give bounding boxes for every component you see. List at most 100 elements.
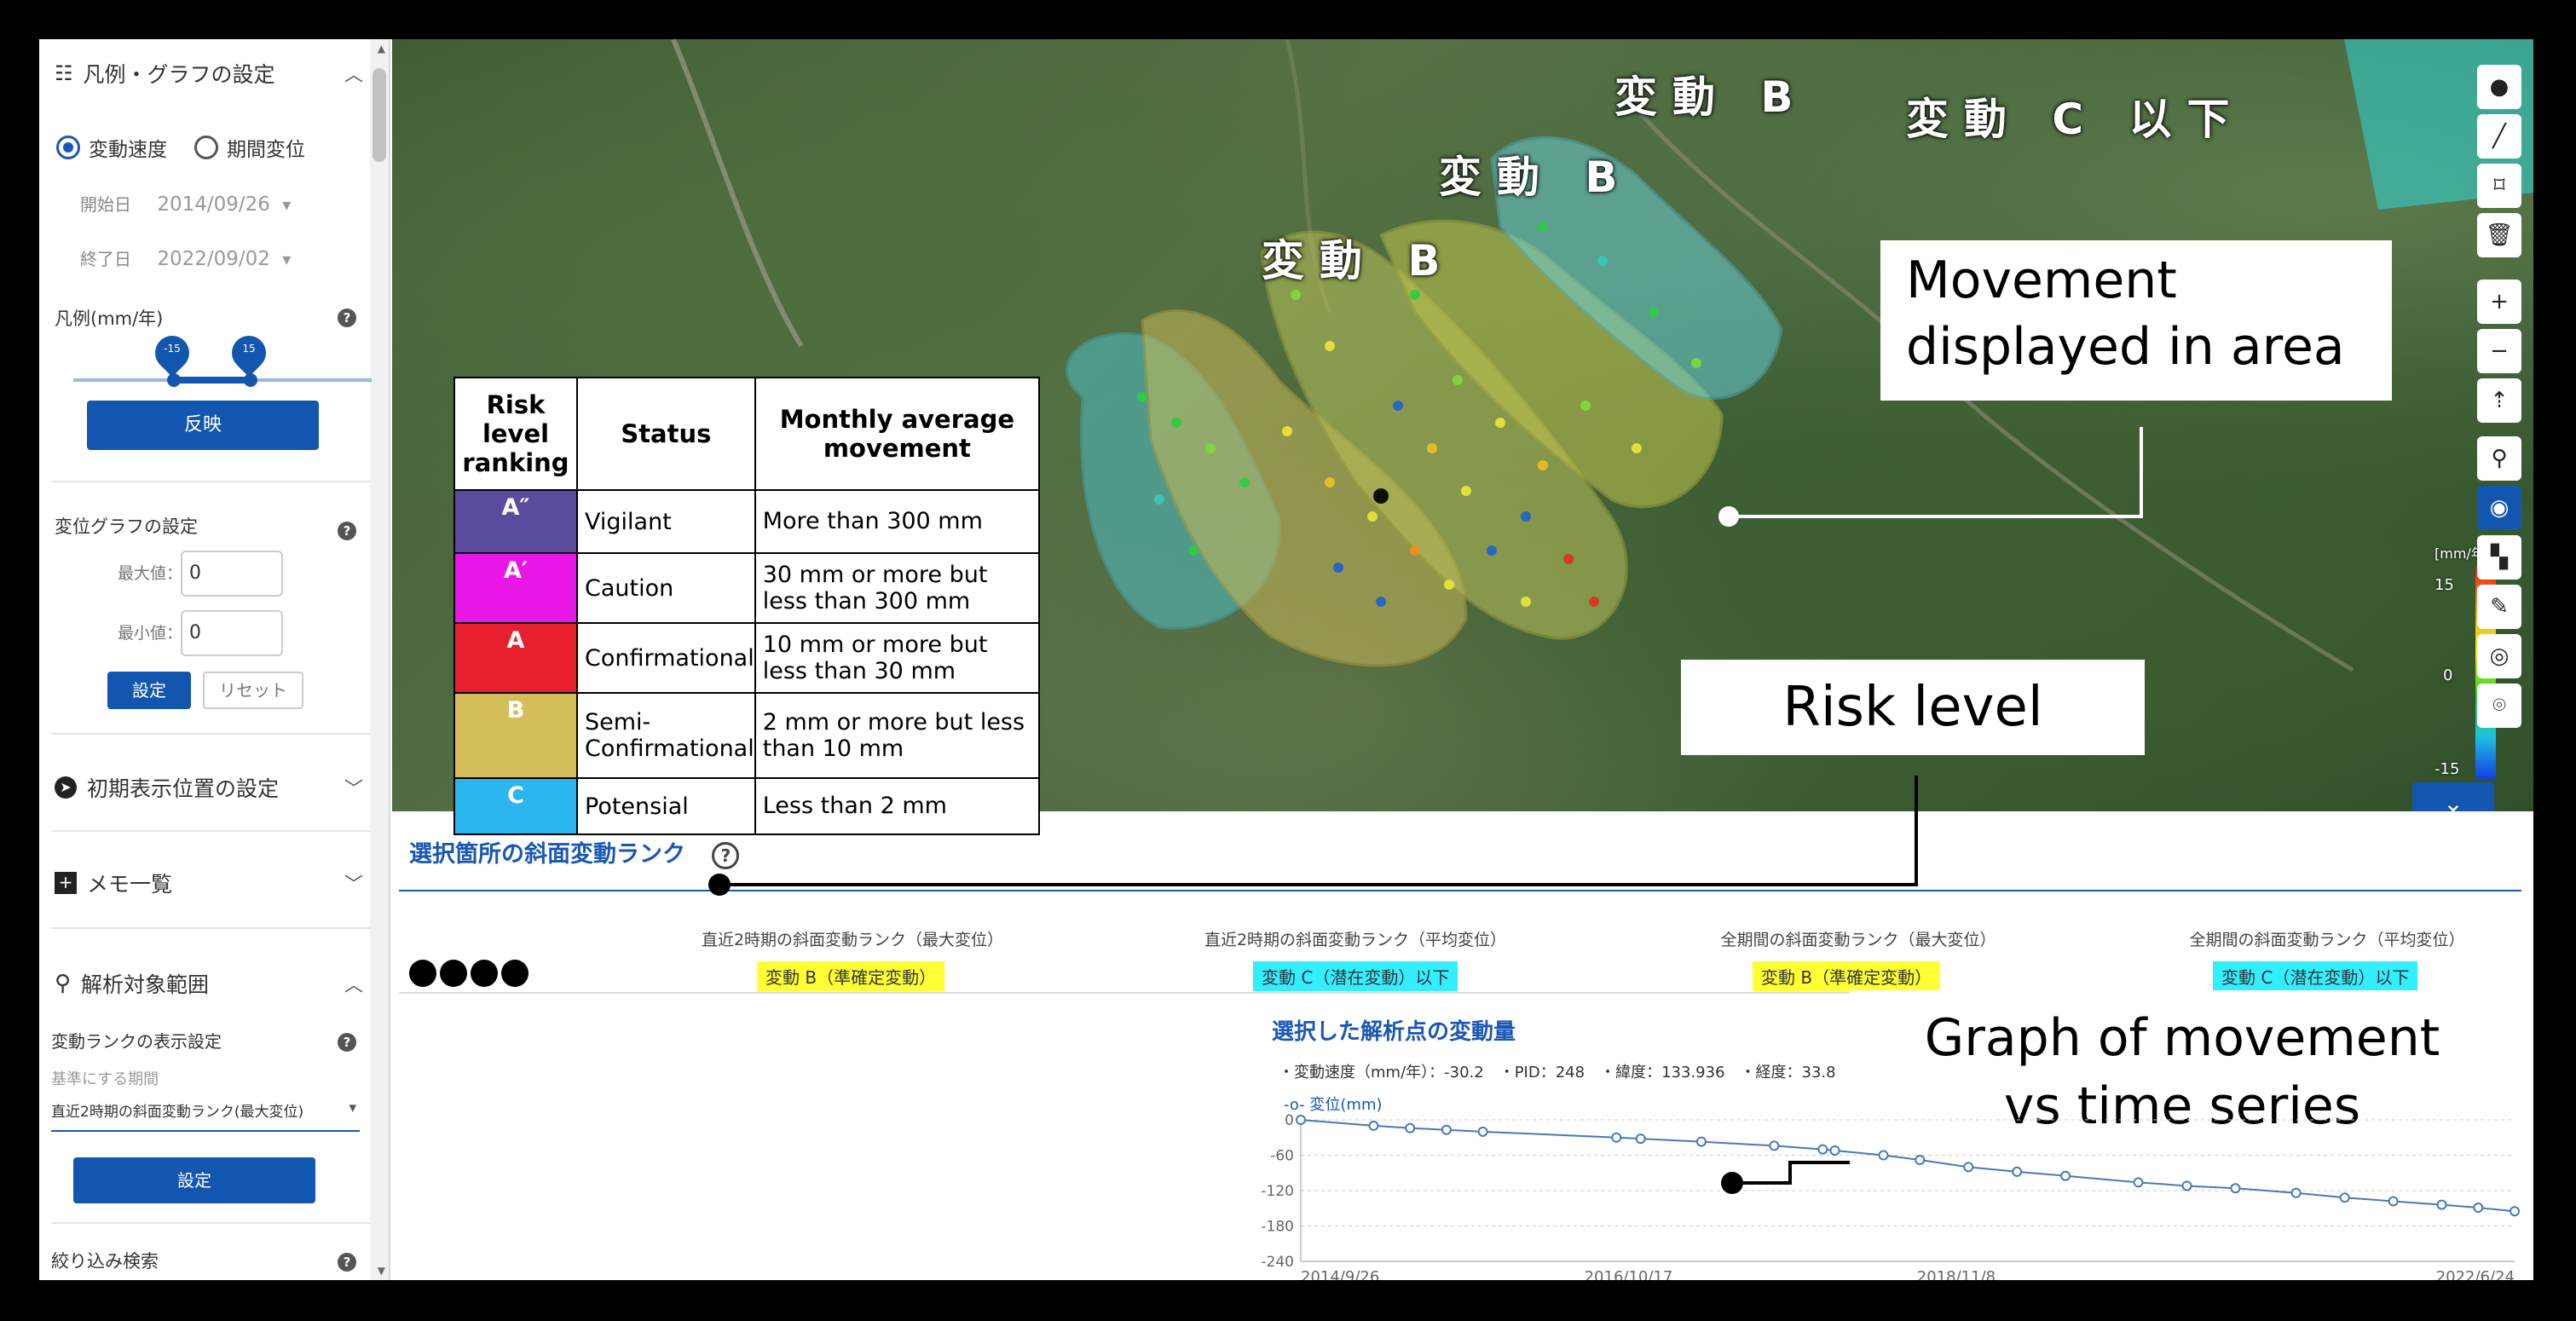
risk-row: A′ Caution 30 mm or more but less than 3… <box>453 552 1041 624</box>
zoom-out-icon[interactable]: − <box>2477 329 2521 373</box>
memo-list-header[interactable]: + メモ一覧 ﹀ <box>55 868 370 898</box>
risk-status: Caution <box>576 552 756 624</box>
legend-section-header[interactable]: ☷ 凡例・グラフの設定 ︿ <box>55 58 370 89</box>
account-icon[interactable]: ● <box>2477 65 2521 109</box>
initial-position-header[interactable]: ➤ 初期表示位置の設定 ﹀ <box>55 772 370 803</box>
dropdown-caret-icon[interactable]: ▾ <box>349 1099 356 1116</box>
divider <box>51 1222 371 1224</box>
slider-min-dot[interactable] <box>167 373 181 387</box>
sliders-icon: ☷ <box>55 61 73 85</box>
end-date-label: 終了日 <box>80 249 131 269</box>
dropdown-caret-icon[interactable]: ▾ <box>282 194 291 215</box>
start-date-value[interactable]: 2014/09/26 <box>157 193 270 216</box>
compass-icon[interactable]: ⇡ <box>2477 378 2521 423</box>
help-icon[interactable]: ? <box>338 309 356 327</box>
scroll-up-icon[interactable]: ▲ <box>378 43 385 55</box>
header-risk-level: Risk level ranking <box>453 377 578 491</box>
slider-range <box>172 377 249 384</box>
start-date-label: 開始日 <box>80 194 131 215</box>
pin-icon[interactable]: ⌾ <box>2477 684 2521 728</box>
apply-button[interactable]: 反映 <box>87 401 319 450</box>
base-period-label: 基準にする期間 <box>51 1070 159 1088</box>
end-date-value[interactable]: 2022/09/02 <box>157 248 270 270</box>
radio-velocity-label: 変動速度 <box>89 139 167 161</box>
help-icon[interactable]: ? <box>338 522 356 540</box>
analysis-range-header[interactable]: ⚲ 解析対象範囲 ︿ <box>55 968 370 999</box>
risk-movement: 2 mm or more but less than 10 mm <box>754 692 1041 779</box>
compass-icon: ➤ <box>55 776 77 799</box>
slider-max-value: 15 <box>242 343 256 355</box>
help-icon[interactable]: ? <box>338 1253 356 1272</box>
graph-set-button[interactable]: 設定 <box>107 672 191 709</box>
draw-polygon-icon[interactable]: ⌑ <box>2477 164 2521 208</box>
risk-movement: Less than 2 mm <box>754 777 1041 835</box>
bottom-panel: 選択箇所の斜面変動ランク ? 直近2時期の斜面変動ランク（最大変位） 直近2時期… <box>392 776 2533 1280</box>
risk-row: B Semi-Confirmational 2 mm or more but l… <box>453 692 1041 779</box>
risk-code: A′ <box>453 552 578 624</box>
callout-risk-level: Risk level <box>1681 660 2145 755</box>
trash-icon[interactable]: 🗑 <box>2477 213 2521 257</box>
slider-min-value: -15 <box>164 343 181 355</box>
radio-period-label: 期間変位 <box>227 139 305 161</box>
risk-movement: More than 300 mm <box>754 489 1041 554</box>
callout-area: Movement displayed in area <box>1880 240 2392 401</box>
header-movement: Monthly average movement <box>754 377 1041 491</box>
search-icon[interactable]: ⚲ <box>2477 436 2521 481</box>
draw-line-icon[interactable]: ╱ <box>2477 114 2521 159</box>
divider <box>51 481 371 482</box>
risk-row: A Confirmational 10 mm or more but less … <box>453 622 1041 694</box>
scale-mid: 0 <box>2443 666 2453 684</box>
add-memo-icon: + <box>55 872 77 894</box>
graph-reset-button[interactable]: リセット <box>203 672 303 709</box>
divider <box>51 830 371 832</box>
risk-status: Confirmational <box>576 622 756 694</box>
dropdown-caret-icon[interactable]: ▾ <box>282 249 291 269</box>
risk-status: Potensial <box>576 777 756 835</box>
pencil-icon[interactable]: ✎ <box>2477 585 2521 629</box>
callout-connectors <box>708 776 1918 1194</box>
risk-status: Vigilant <box>576 489 756 554</box>
divider <box>51 927 371 929</box>
legend-range-slider[interactable]: -15 15 <box>73 328 372 404</box>
base-period-select[interactable]: 直近2時期の斜面変動ランク(最大変位) ▾ <box>51 1099 360 1132</box>
help-icon[interactable]: ? <box>338 1033 356 1052</box>
map-label-c: 変動 C 以下 <box>1906 95 2245 144</box>
radio-velocity[interactable] <box>56 136 80 159</box>
layer-toggle-icon[interactable]: ◉ <box>2477 486 2521 530</box>
layers-icon[interactable]: ▚ <box>2477 535 2521 580</box>
header-status: Status <box>576 377 756 491</box>
rank-set-button[interactable]: 設定 <box>73 1157 315 1203</box>
risk-row: A″ Vigilant More than 300 mm <box>453 489 1041 554</box>
analysis-range-title: 解析対象範囲 <box>81 972 210 997</box>
max-value-input[interactable]: 0 <box>181 551 283 597</box>
min-value-input[interactable]: 0 <box>181 610 283 656</box>
scale-max: 15 <box>2434 576 2454 594</box>
end-date-row[interactable]: 終了日 2022/09/02 ▾ <box>80 245 291 270</box>
sidebar: ▲ ▼ ☷ 凡例・グラフの設定 ︿ 変動速度 期間変位 開始日 2014/09/… <box>39 39 390 1280</box>
screenshot-frame: ▲ ▼ ☷ 凡例・グラフの設定 ︿ 変動速度 期間変位 開始日 2014/09/… <box>17 17 2556 1302</box>
scrollbar-thumb[interactable] <box>373 68 386 162</box>
app-window: ▲ ▼ ☷ 凡例・グラフの設定 ︿ 変動速度 期間変位 開始日 2014/09/… <box>39 39 2533 1280</box>
risk-movement: 30 mm or more but less than 300 mm <box>754 552 1041 624</box>
risk-code: A <box>453 622 578 694</box>
filter-search-label: 絞り込み検索 <box>51 1251 159 1272</box>
risk-status: Semi-Confirmational <box>576 692 756 779</box>
slider-max-dot[interactable] <box>244 373 257 387</box>
chevron-up-icon[interactable]: ︿ <box>344 60 363 87</box>
risk-code: C <box>453 777 578 835</box>
scroll-down-icon[interactable]: ▼ <box>378 1265 385 1277</box>
sidebar-scrollbar[interactable]: ▲ ▼ <box>370 39 389 1280</box>
memo-list-title: メモ一覧 <box>87 872 173 897</box>
map-label-b-2: 変動 B <box>1439 153 1633 202</box>
start-date-row[interactable]: 開始日 2014/09/26 ▾ <box>80 191 291 216</box>
radio-period[interactable] <box>194 136 218 159</box>
chevron-down-icon[interactable]: ﹀ <box>344 774 363 801</box>
min-label: 最小値： <box>118 624 183 643</box>
zoom-in-icon[interactable]: + <box>2477 280 2521 324</box>
locate-icon[interactable]: ◎ <box>2477 634 2521 678</box>
chevron-up-icon[interactable]: ︿ <box>344 970 363 997</box>
mode-radio-group: 変動速度 期間変位 <box>56 133 305 162</box>
chevron-down-icon[interactable]: ﹀ <box>344 869 363 897</box>
legend-unit-label: 凡例(mm/年) <box>55 309 164 329</box>
risk-table-header: Risk level ranking Status Monthly averag… <box>453 377 1041 491</box>
